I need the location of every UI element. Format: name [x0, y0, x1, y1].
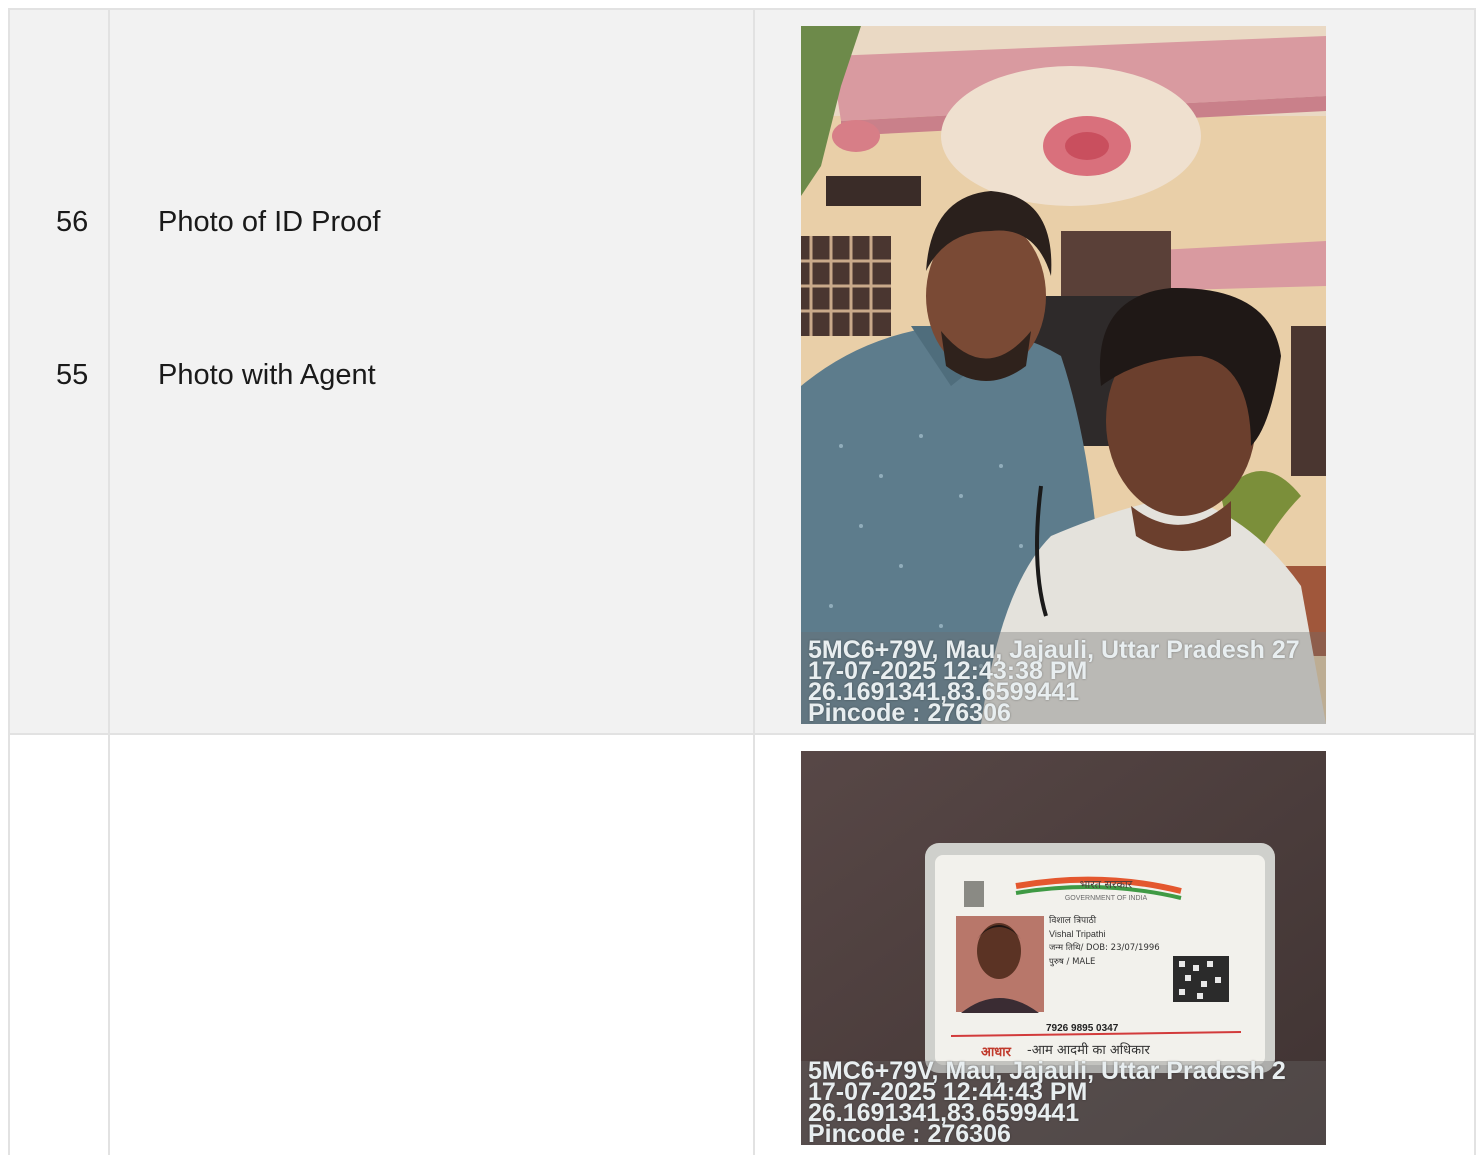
row-label-cell [110, 735, 755, 1155]
row-label: Photo with Agent [158, 359, 376, 391]
geotag-pincode: Pincode : 276306 [808, 699, 1011, 725]
evidence-table: 5MC6+79V, Mau, Jajauli, Uttar Pradesh 27… [8, 8, 1476, 1155]
row-label: Photo of ID Proof [158, 206, 381, 238]
selfie-image [801, 26, 1326, 724]
card-name-english: Vishal Tripathi [1049, 929, 1105, 939]
row-number: 56 [56, 206, 89, 238]
card-name-hindi: विशाल त्रिपाठी [1049, 914, 1097, 926]
agent-selfie-photo: 5MC6+79V, Mau, Jajauli, Uttar Pradesh 27… [801, 26, 1326, 724]
card-gender: पुरुष / MALE [1049, 957, 1095, 967]
row-number: 55 [56, 359, 89, 391]
card-dob: जन्म तिथि/ DOB: 23/07/1996 [1049, 942, 1160, 953]
row-number-cell [10, 735, 110, 1155]
card-header-english: GOVERNMENT OF INDIA [1065, 895, 1148, 902]
row-photo-cell: 5MC6+79V, Mau, Jajauli, Uttar Pradesh 27… [755, 10, 1476, 733]
row-photo-cell: भारत सरकार GOVERNMENT OF INDIA विशाल त्र… [755, 735, 1476, 1155]
table-row: भारत सरकार GOVERNMENT OF INDIA विशाल त्र… [10, 206, 1476, 1155]
geotag-overlay: 5MC6+79V, Mau, Jajauli, Uttar Pradesh 2 … [808, 1059, 1326, 1146]
id-proof-photo: भारत सरकार GOVERNMENT OF INDIA विशाल त्र… [801, 751, 1326, 1145]
card-number: 7926 9895 0347 [1046, 1023, 1119, 1034]
geotag-overlay: 5MC6+79V, Mau, Jajauli, Uttar Pradesh 27… [808, 638, 1326, 725]
card-footer-slogan: -आम आदमी का अधिकार [1027, 1042, 1150, 1058]
card-header-hindi: भारत सरकार [1080, 878, 1133, 891]
geotag-pincode: Pincode : 276306 [808, 1120, 1011, 1146]
table-row: 5MC6+79V, Mau, Jajauli, Uttar Pradesh 27… [10, 10, 1476, 735]
